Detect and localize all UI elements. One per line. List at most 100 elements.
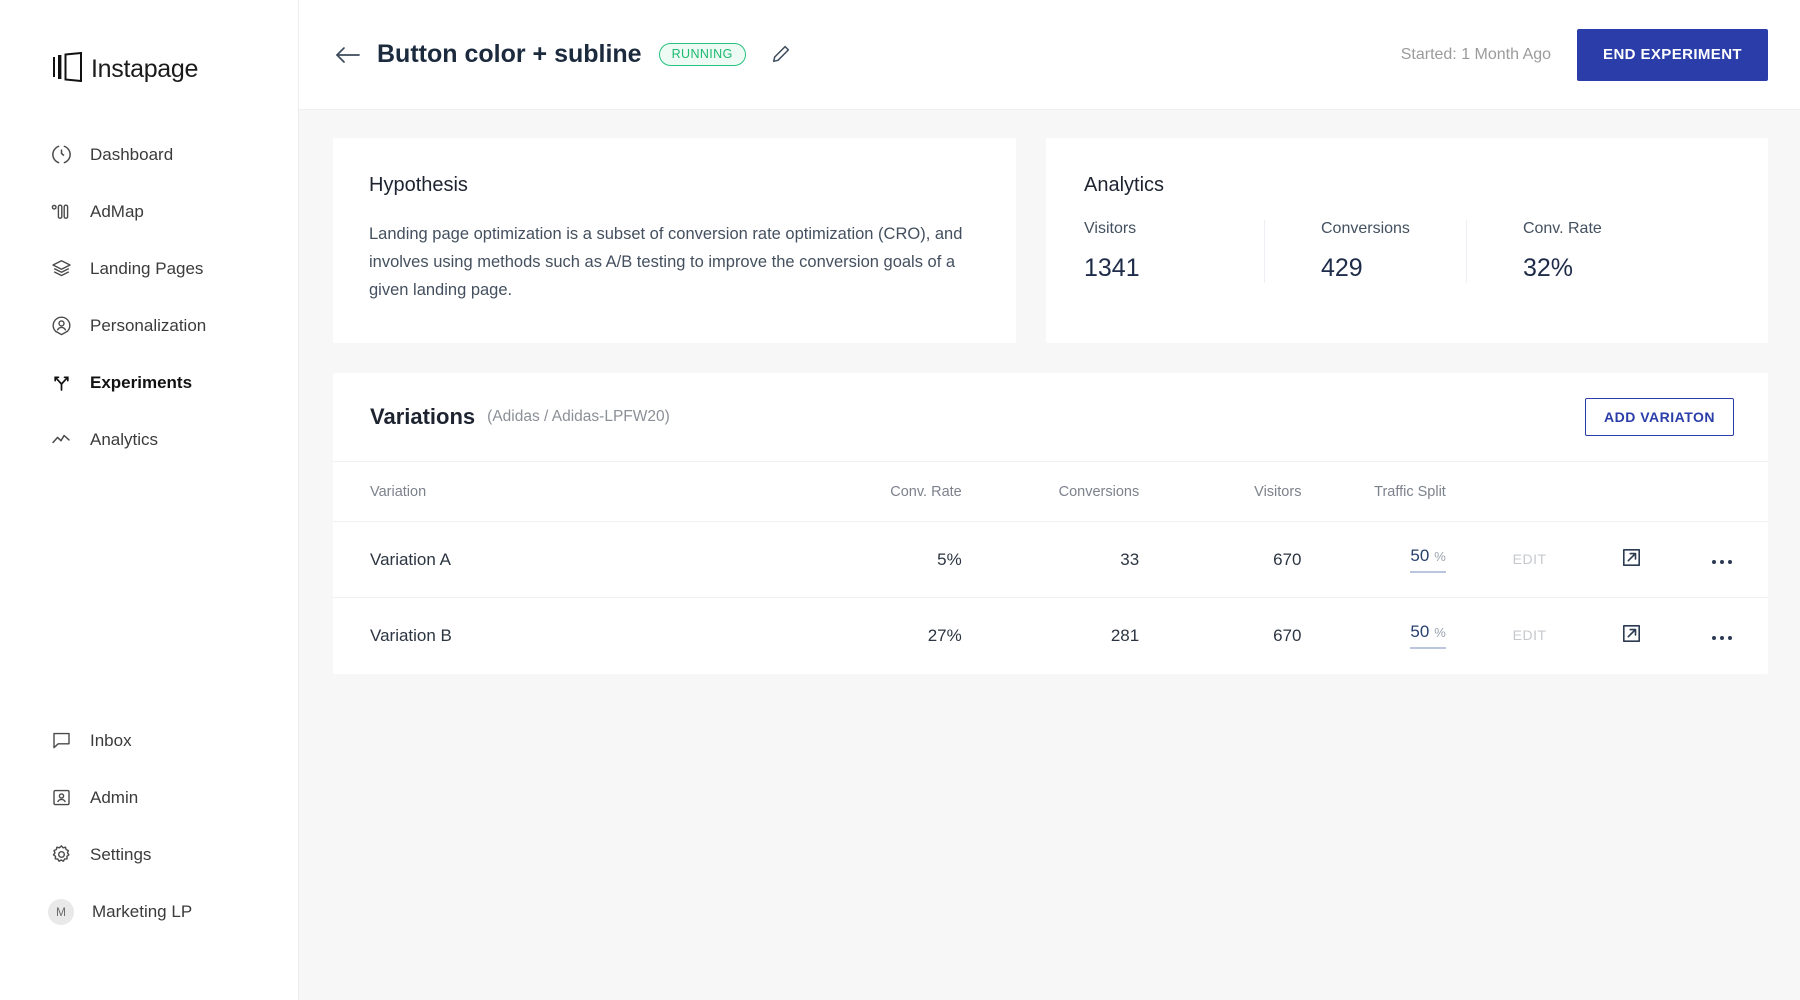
cell-edit: EDIT xyxy=(1474,598,1586,674)
variations-table-body: Variation A 5% 33 670 50 % EDIT xyxy=(333,522,1768,674)
admap-icon xyxy=(50,201,72,223)
cell-visitors: 670 xyxy=(1139,522,1301,598)
gear-icon xyxy=(50,844,72,866)
cell-conv-rate: 27% xyxy=(769,598,962,674)
conv-rate-value: 5% xyxy=(937,550,962,569)
variation-name: Variation A xyxy=(370,550,451,569)
percent-sign: % xyxy=(1434,549,1446,564)
sidebar-item-inbox[interactable]: Inbox xyxy=(0,712,298,769)
col-label: Traffic Split xyxy=(1374,484,1446,500)
external-link-icon[interactable] xyxy=(1621,623,1642,644)
variations-table: Variation Conv. Rate Conversions Visitor… xyxy=(333,461,1768,674)
status-badge: RUNNING xyxy=(659,43,746,67)
traffic-split-input[interactable]: 50 % xyxy=(1410,546,1445,573)
chat-bubble-icon xyxy=(50,730,72,752)
cell-visitors: 670 xyxy=(1139,598,1301,674)
sidebar-item-label: Marketing LP xyxy=(92,902,192,922)
col-visitors: Visitors xyxy=(1139,462,1301,522)
brand-logo[interactable]: Instapage xyxy=(0,42,298,96)
col-conversions: Conversions xyxy=(962,462,1139,522)
percent-sign: % xyxy=(1434,625,1446,640)
cell-edit: EDIT xyxy=(1474,522,1586,598)
sidebar-item-experiments[interactable]: Experiments xyxy=(0,354,298,411)
sidebar-item-account[interactable]: M Marketing LP xyxy=(0,883,298,940)
col-label: Conv. Rate xyxy=(890,484,961,500)
pencil-icon[interactable] xyxy=(766,40,796,70)
analytics-card: Analytics Visitors 1341 Conversions 429 … xyxy=(1046,138,1768,343)
hypothesis-body: Landing page optimization is a subset of… xyxy=(369,220,976,304)
end-experiment-button[interactable]: END EXPERIMENT xyxy=(1577,29,1768,81)
brand-name: Instapage xyxy=(91,55,198,84)
metric-label: Visitors xyxy=(1084,220,1208,238)
id-card-icon xyxy=(50,787,72,809)
sidebar-item-label: Personalization xyxy=(90,316,206,336)
col-more xyxy=(1677,462,1768,522)
external-link-icon[interactable] xyxy=(1621,547,1642,568)
col-conv-rate: Conv. Rate xyxy=(769,462,962,522)
metric-value: 32% xyxy=(1523,254,1646,283)
cell-traffic-split: 50 % xyxy=(1301,598,1473,674)
layers-icon xyxy=(50,258,72,280)
metric-conv-rate: Conv. Rate 32% xyxy=(1466,220,1646,283)
cell-traffic-split: 50 % xyxy=(1301,522,1473,598)
sidebar-item-label: Analytics xyxy=(90,430,158,450)
variation-name: Variation B xyxy=(370,626,452,645)
sidebar-item-landing-pages[interactable]: Landing Pages xyxy=(0,240,298,297)
sidebar-item-dashboard[interactable]: Dashboard xyxy=(0,126,298,183)
more-horizontal-icon[interactable] xyxy=(1712,636,1732,640)
hypothesis-title: Hypothesis xyxy=(369,174,976,197)
table-row: Variation B 27% 281 670 50 % EDIT xyxy=(333,598,1768,674)
variations-panel: Variations (Adidas / Adidas-LPFW20) ADD … xyxy=(333,373,1768,674)
add-variation-button[interactable]: ADD VARIATON xyxy=(1585,398,1734,436)
more-horizontal-icon[interactable] xyxy=(1712,560,1732,564)
metric-value: 1341 xyxy=(1084,254,1208,283)
main-area: Button color + subline RUNNING Started: … xyxy=(299,0,1800,1000)
sidebar-item-label: Admin xyxy=(90,788,138,808)
cell-conv-rate: 5% xyxy=(769,522,962,598)
top-bar-right: Started: 1 Month Ago END EXPERIMENT xyxy=(1401,29,1768,81)
sidebar-primary-nav: Dashboard AdMap xyxy=(0,126,298,468)
metric-visitors: Visitors 1341 xyxy=(1084,220,1264,283)
cell-conversions: 281 xyxy=(962,598,1139,674)
visitors-value: 670 xyxy=(1273,626,1301,645)
sidebar-item-label: Landing Pages xyxy=(90,259,203,279)
variations-header: Variations (Adidas / Adidas-LPFW20) ADD … xyxy=(333,373,1768,461)
branch-icon xyxy=(50,372,72,394)
sidebar-secondary-nav: Inbox Admin xyxy=(0,712,298,1000)
sidebar-item-label: Inbox xyxy=(90,731,132,751)
line-chart-icon xyxy=(50,429,72,451)
cell-variation-name: Variation B xyxy=(333,598,769,674)
traffic-split-input[interactable]: 50 % xyxy=(1410,622,1445,649)
cell-variation-name: Variation A xyxy=(333,522,769,598)
sidebar-item-admap[interactable]: AdMap xyxy=(0,183,298,240)
traffic-split-value: 50 xyxy=(1410,546,1429,566)
user-pin-icon xyxy=(50,315,72,337)
cell-open xyxy=(1585,522,1676,598)
conv-rate-value: 27% xyxy=(928,626,962,645)
cell-conversions: 33 xyxy=(962,522,1139,598)
started-label: Started: 1 Month Ago xyxy=(1401,46,1551,64)
avatar: M xyxy=(48,899,74,925)
summary-cards-row: Hypothesis Landing page optimization is … xyxy=(333,138,1768,343)
variations-table-head: Variation Conv. Rate Conversions Visitor… xyxy=(333,462,1768,522)
col-open xyxy=(1585,462,1676,522)
content: Hypothesis Landing page optimization is … xyxy=(299,110,1800,674)
edit-link[interactable]: EDIT xyxy=(1513,551,1547,567)
top-bar: Button color + subline RUNNING Started: … xyxy=(299,0,1800,110)
table-header-row: Variation Conv. Rate Conversions Visitor… xyxy=(333,462,1768,522)
sidebar-item-admin[interactable]: Admin xyxy=(0,769,298,826)
sidebar-item-settings[interactable]: Settings xyxy=(0,826,298,883)
metric-value: 429 xyxy=(1321,254,1410,283)
sidebar-item-analytics[interactable]: Analytics xyxy=(0,411,298,468)
sidebar-item-personalization[interactable]: Personalization xyxy=(0,297,298,354)
variations-title: Variations xyxy=(370,404,475,430)
instapage-logo-icon xyxy=(52,52,84,87)
conversions-value: 33 xyxy=(1120,550,1139,569)
table-row: Variation A 5% 33 670 50 % EDIT xyxy=(333,522,1768,598)
arrow-left-icon[interactable] xyxy=(333,40,363,70)
edit-link[interactable]: EDIT xyxy=(1513,627,1547,643)
col-edit xyxy=(1474,462,1586,522)
col-label: Conversions xyxy=(1059,484,1140,500)
metric-conversions: Conversions 429 xyxy=(1264,220,1466,283)
metric-label: Conversions xyxy=(1321,220,1410,238)
